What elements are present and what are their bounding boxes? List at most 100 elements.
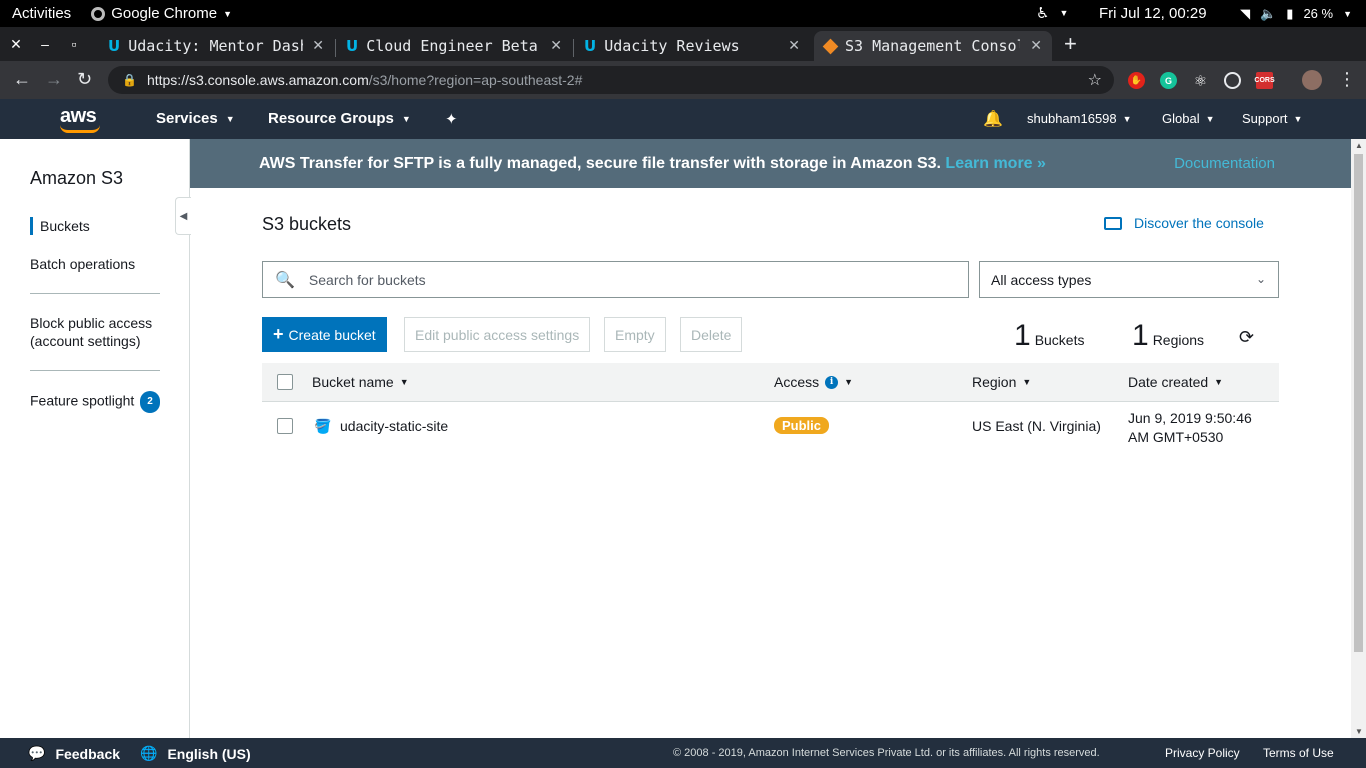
column-label: Region [972, 374, 1017, 390]
resource-groups-menu[interactable]: Resource Groups ▼ [268, 110, 411, 127]
regions-count-label: Regions [1152, 332, 1205, 348]
tab-udacity-reviews[interactable]: U Udacity Reviews ✕ [574, 31, 810, 61]
feedback-button[interactable]: 💬 Feedback [28, 745, 120, 762]
date-cell: Jun 9, 2019 9:50:46 AM GMT+0530 [1128, 409, 1252, 447]
sidebar-divider [30, 293, 160, 294]
activities-button[interactable]: Activities [12, 5, 71, 22]
scroll-down-icon[interactable]: ▼ [1355, 727, 1363, 736]
tab-s3-console[interactable]: S3 Management Console ✕ [814, 31, 1052, 61]
forward-icon[interactable]: → [45, 69, 63, 90]
public-access-badge: Public [774, 417, 830, 434]
close-tab-icon[interactable]: ✕ [788, 38, 800, 54]
extension-stop-icon[interactable]: ✋ [1128, 72, 1145, 89]
status-menu[interactable]: ◥ 🔈 ▮ 26 % ▼ [1240, 0, 1352, 27]
reload-icon[interactable]: ↻ [77, 69, 92, 90]
notifications-bell-icon[interactable]: 🔔 [983, 109, 1003, 129]
language-label: English (US) [167, 745, 251, 762]
collapse-sidebar-icon[interactable]: ◀ [175, 197, 191, 235]
learn-more-link[interactable]: Learn more » [945, 155, 1045, 172]
sidebar-item-label: Feature spotlight [30, 392, 135, 409]
bucket-search[interactable]: 🔍 Search for buckets [262, 261, 969, 298]
sidebar-item-batch-operations[interactable]: Batch operations [30, 255, 135, 273]
info-icon[interactable]: i [825, 375, 839, 389]
bucket-name-link[interactable]: udacity-static-site [340, 418, 448, 434]
column-bucket-name[interactable]: Bucket name ▼ [312, 374, 409, 390]
target-extension-icon[interactable] [1224, 72, 1241, 89]
search-input[interactable]: Search for buckets [309, 272, 426, 288]
chevron-down-icon: ▼ [1293, 113, 1303, 124]
main-content: S3 buckets Discover the console 🔍 Search… [190, 188, 1351, 738]
app-menu[interactable]: Google Chrome ▼ [91, 5, 232, 22]
refresh-icon[interactable]: ⟳ [1239, 327, 1254, 348]
row-checkbox[interactable] [277, 418, 293, 434]
spotlight-count-badge: 2 [140, 391, 160, 413]
tab-strip: ✕ – ▫ U Udacity: Mentor Dashboard ✕ U Cl… [0, 27, 1366, 61]
scroll-up-icon[interactable]: ▲ [1355, 141, 1363, 150]
documentation-link[interactable]: Documentation [1174, 155, 1275, 172]
clock[interactable]: Fri Jul 12, 00:29 [1099, 5, 1207, 22]
account-name: shubham16598 [1027, 111, 1117, 126]
url-path: /s3/home?region=ap-southeast-2# [368, 72, 583, 88]
new-tab-icon[interactable]: + [1064, 31, 1077, 57]
tab-udacity-mentor[interactable]: U Udacity: Mentor Dashboard ✕ [98, 31, 334, 61]
select-all-checkbox[interactable] [277, 374, 293, 390]
cors-extension-icon[interactable]: CORS [1254, 72, 1275, 89]
chevron-down-icon: ⌄ [1255, 272, 1266, 286]
chevron-down-icon: ▼ [1205, 113, 1215, 124]
browser-toolbar: ← → ↻ 🔒 https://s3.console.aws.amazon.co… [0, 61, 1366, 99]
page-scrollbar[interactable]: ▲ ▼ [1351, 139, 1366, 738]
privacy-policy-link[interactable]: Privacy Policy [1165, 746, 1240, 760]
pin-icon[interactable]: ✦ [445, 110, 458, 128]
support-menu[interactable]: Support ▼ [1242, 111, 1302, 126]
tab-cloud-engineer[interactable]: U Cloud Engineer Beta ✕ [336, 31, 572, 61]
minimize-window-icon[interactable]: – [31, 27, 59, 61]
grammarly-icon[interactable]: G [1160, 72, 1177, 89]
aws-cube-icon [822, 38, 839, 54]
sidebar-item-buckets[interactable]: Buckets [30, 217, 90, 235]
close-window-icon[interactable]: ✕ [2, 27, 30, 61]
buckets-count-label: Buckets [1034, 332, 1085, 348]
create-bucket-button[interactable]: + Create bucket [262, 317, 387, 352]
wifi-icon: ◥ [1240, 5, 1251, 21]
chrome-menu-icon[interactable]: ⋮ [1338, 69, 1356, 90]
sidebar-item-feature-spotlight[interactable]: Feature spotlight 2 [30, 391, 160, 413]
sftp-banner: AWS Transfer for SFTP is a fully managed… [190, 139, 1351, 188]
accessibility-menu[interactable]: ♿ ▼ [1036, 4, 1068, 22]
discover-console-link[interactable]: Discover the console [1104, 215, 1264, 231]
banner-message: AWS Transfer for SFTP is a fully managed… [259, 155, 1046, 173]
chevron-down-icon: ▼ [223, 8, 232, 19]
plus-icon: + [273, 324, 284, 344]
close-tab-icon[interactable]: ✕ [1030, 38, 1042, 54]
scrollbar-thumb[interactable] [1354, 154, 1363, 652]
profile-avatar[interactable] [1302, 70, 1322, 90]
region-menu[interactable]: Global ▼ [1162, 111, 1215, 126]
column-access[interactable]: Access i ▼ [774, 374, 853, 390]
account-menu[interactable]: shubham16598 ▼ [1027, 111, 1132, 126]
resource-groups-label: Resource Groups [268, 110, 394, 127]
delete-button[interactable]: Delete [680, 317, 743, 352]
address-bar[interactable]: 🔒 https://s3.console.aws.amazon.com /s3/… [108, 66, 1114, 94]
services-menu[interactable]: Services ▼ [156, 110, 235, 127]
chevron-down-icon: ▼ [1059, 8, 1069, 18]
back-icon[interactable]: ← [13, 69, 31, 90]
access-type-value: All access types [991, 271, 1092, 288]
close-tab-icon[interactable]: ✕ [550, 38, 562, 54]
language-selector[interactable]: 🌐 English (US) [140, 745, 251, 762]
chevron-down-icon: ▼ [1122, 113, 1132, 124]
maximize-window-icon[interactable]: ▫ [60, 27, 88, 61]
chevron-down-icon: ▼ [401, 113, 411, 124]
close-tab-icon[interactable]: ✕ [312, 38, 324, 54]
app-name: Google Chrome [111, 5, 218, 22]
sidebar-item-block-public-access[interactable]: Block public access (account settings) [30, 314, 170, 350]
empty-button[interactable]: Empty [604, 317, 666, 352]
access-type-select[interactable]: All access types ⌄ [979, 261, 1279, 298]
table-row[interactable]: 🪣 udacity-static-site Public US East (N.… [262, 402, 1279, 452]
terms-of-use-link[interactable]: Terms of Use [1263, 746, 1334, 760]
column-date-created[interactable]: Date created ▼ [1128, 374, 1223, 390]
column-region[interactable]: Region ▼ [972, 374, 1031, 390]
react-devtools-icon[interactable]: ⚛ [1192, 72, 1209, 90]
video-camera-icon [1104, 216, 1122, 230]
edit-public-access-button[interactable]: Edit public access settings [404, 317, 591, 352]
bookmark-star-icon[interactable]: ☆ [1088, 70, 1102, 90]
tab-title: S3 Management Console [845, 37, 1020, 55]
